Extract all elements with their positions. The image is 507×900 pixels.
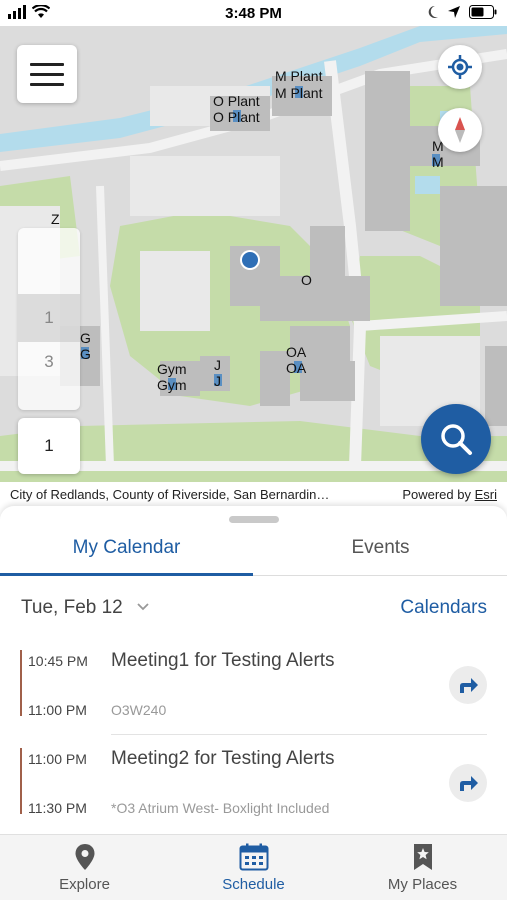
meeting-start-time: 10:45 PM [28, 653, 88, 669]
crosshair-icon [448, 55, 472, 79]
directions-button[interactable] [449, 764, 487, 802]
sheet-grabber[interactable] [229, 516, 279, 523]
powered-by-label: Powered by [402, 487, 471, 502]
hamburger-icon [30, 62, 64, 66]
map-label-g[interactable]: G [80, 330, 91, 346]
current-floor-button[interactable]: 1 [18, 418, 80, 474]
meeting-start-time: 11:00 PM [28, 751, 87, 767]
map-label-gym-room[interactable]: Gym [157, 377, 187, 393]
meeting-item[interactable]: 11:00 PM 11:30 PM Meeting2 for Testing A… [0, 740, 507, 832]
map-label-z[interactable]: Z [51, 211, 60, 227]
location-arrow-icon [448, 6, 460, 18]
schedule-sheet[interactable]: My Calendar Events Tue, Feb 12 Calendars… [0, 506, 507, 834]
compass-icon [455, 117, 465, 143]
directions-button[interactable] [449, 666, 487, 704]
map-label-m-plant-room[interactable]: M Plant [275, 85, 322, 101]
map-label-m-room[interactable]: M [432, 154, 444, 170]
map-label-oa-room[interactable]: OA [286, 360, 306, 376]
date-row: Tue, Feb 12 Calendars [0, 594, 507, 624]
directions-arrow-icon [460, 776, 478, 791]
tab-my-places[interactable]: My Places [338, 835, 507, 900]
meeting-color-bar [20, 650, 22, 716]
floor-picker[interactable]: 1 3 [18, 228, 80, 410]
floor-option-1[interactable]: 1 [18, 294, 80, 342]
attribution-text: City of Redlands, County of Riverside, S… [10, 487, 330, 502]
map-label-gym[interactable]: Gym [157, 361, 187, 377]
map-label-o[interactable]: O [301, 272, 312, 288]
tab-explore-label: Explore [59, 876, 110, 893]
map-label-g-room[interactable]: G [80, 346, 91, 362]
calendars-link[interactable]: Calendars [400, 597, 487, 619]
bottom-tab-bar: Explore Schedule My Places [0, 834, 507, 900]
meeting-title: Meeting1 for Testing Alerts [111, 650, 335, 671]
compass-button[interactable] [438, 108, 482, 152]
sheet-tabs: My Calendar Events [0, 528, 507, 576]
chevron-down-icon[interactable] [136, 600, 150, 614]
battery-icon [469, 5, 497, 19]
tab-explore[interactable]: Explore [0, 835, 169, 900]
tab-schedule-label: Schedule [222, 876, 285, 893]
map-label-j-room[interactable]: J [214, 373, 221, 389]
meeting-end-time: 11:00 PM [28, 702, 87, 718]
map-label-o-plant-room[interactable]: O Plant [213, 109, 260, 125]
powered-by-esri[interactable]: Powered by Esri [402, 487, 497, 502]
tab-events[interactable]: Events [254, 528, 507, 576]
menu-button[interactable] [17, 45, 77, 103]
map-label-j[interactable]: J [214, 357, 221, 373]
map-pin-icon [75, 844, 94, 870]
map-label-oa[interactable]: OA [286, 344, 306, 360]
search-icon [441, 424, 472, 455]
meeting-color-bar [20, 748, 22, 814]
meeting-location: O3W240 [111, 702, 167, 718]
meeting-title: Meeting2 for Testing Alerts [111, 748, 335, 769]
meeting-location: *O3 Atrium West- Boxlight Included [111, 800, 330, 816]
meeting-item[interactable]: 10:45 PM 11:00 PM Meeting1 for Testing A… [0, 642, 507, 734]
search-button[interactable] [421, 404, 491, 474]
tab-schedule[interactable]: Schedule [169, 835, 338, 900]
map-label-m-plant[interactable]: M Plant [275, 68, 322, 84]
meeting-end-time: 11:30 PM [28, 800, 87, 816]
campus-map[interactable]: M Plant M Plant O Plant O Plant M M Z O … [0, 26, 507, 482]
locate-me-button[interactable] [438, 45, 482, 89]
date-selector[interactable]: Tue, Feb 12 [21, 597, 123, 619]
calendar-icon [239, 843, 268, 871]
floor-option-3[interactable]: 3 [18, 352, 80, 372]
map-attribution: City of Redlands, County of Riverside, S… [0, 482, 507, 508]
tab-my-places-label: My Places [387, 876, 458, 893]
tab-my-calendar[interactable]: My Calendar [0, 528, 253, 576]
meeting-divider [111, 734, 487, 735]
status-bar: 3:48 PM [0, 0, 507, 26]
esri-link[interactable]: Esri [475, 487, 497, 502]
map-label-o-plant[interactable]: O Plant [213, 93, 260, 109]
bookmark-star-icon [413, 844, 432, 870]
directions-arrow-icon [460, 678, 478, 693]
status-right [427, 5, 497, 19]
moon-icon [428, 5, 438, 18]
